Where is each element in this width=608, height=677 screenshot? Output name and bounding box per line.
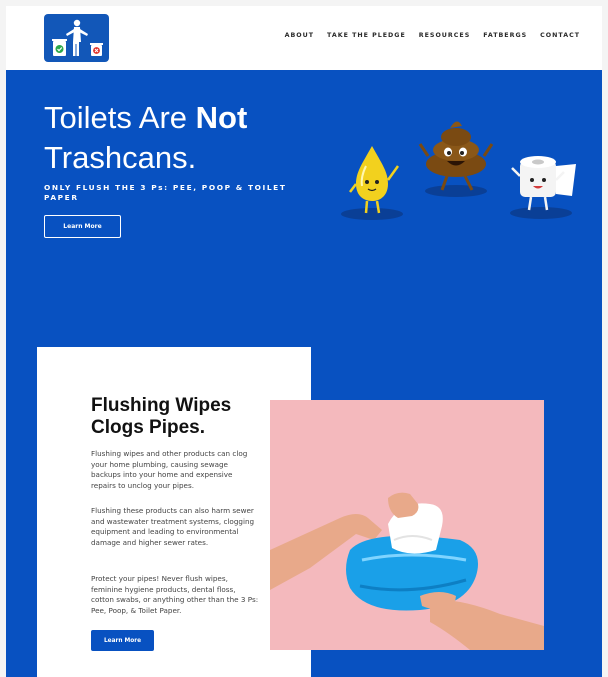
card-paragraph-2: Flushing these products can also harm se… (91, 506, 255, 547)
wipes-hands-illustration (270, 492, 544, 650)
card-heading-line2: Clogs Pipes. (91, 417, 206, 438)
nav-resources[interactable]: RESOURCES (419, 32, 470, 39)
hero-learn-more-button[interactable]: Learn More (44, 215, 121, 238)
hero-title-line2: Trashcans. (44, 140, 197, 175)
nav-fatbergs[interactable]: FATBERGS (483, 32, 527, 39)
hero-title-emphasis: Not (195, 100, 248, 135)
site-header: ABOUT TAKE THE PLEDGE RESOURCES FATBERGS… (6, 6, 602, 70)
nav-take-the-pledge[interactable]: TAKE THE PLEDGE (327, 32, 406, 39)
site-logo[interactable] (44, 14, 109, 62)
wipes-photo (270, 400, 544, 650)
nav-about[interactable]: ABOUT (285, 32, 314, 39)
card-heading-line1: Flushing Wipes (91, 395, 232, 416)
main-nav: ABOUT TAKE THE PLEDGE RESOURCES FATBERGS… (285, 32, 580, 39)
mascot-illustration (341, 121, 576, 220)
hero-title-part1: Toilets Are (44, 100, 196, 135)
card-heading: Flushing Wipes Clogs Pipes. (91, 395, 231, 439)
page-frame: ABOUT TAKE THE PLEDGE RESOURCES FATBERGS… (6, 6, 602, 677)
pee-drop-character (349, 146, 400, 214)
toilet-paper-character (511, 156, 576, 211)
hero-title: Toilets Are Not Trashcans. (44, 98, 247, 178)
card-learn-more-button[interactable]: Learn More (91, 630, 154, 651)
card-paragraph-3: Protect your pipes! Never flush wipes, f… (91, 574, 259, 615)
card-paragraph-1: Flushing wipes and other products can cl… (91, 449, 248, 490)
poop-character (418, 121, 494, 191)
logo-trash-person-icon (52, 19, 103, 56)
hero-subtitle: ONLY FLUSH THE 3 Ps: PEE, POOP & TOILET … (44, 183, 287, 202)
nav-contact[interactable]: CONTACT (540, 32, 580, 39)
